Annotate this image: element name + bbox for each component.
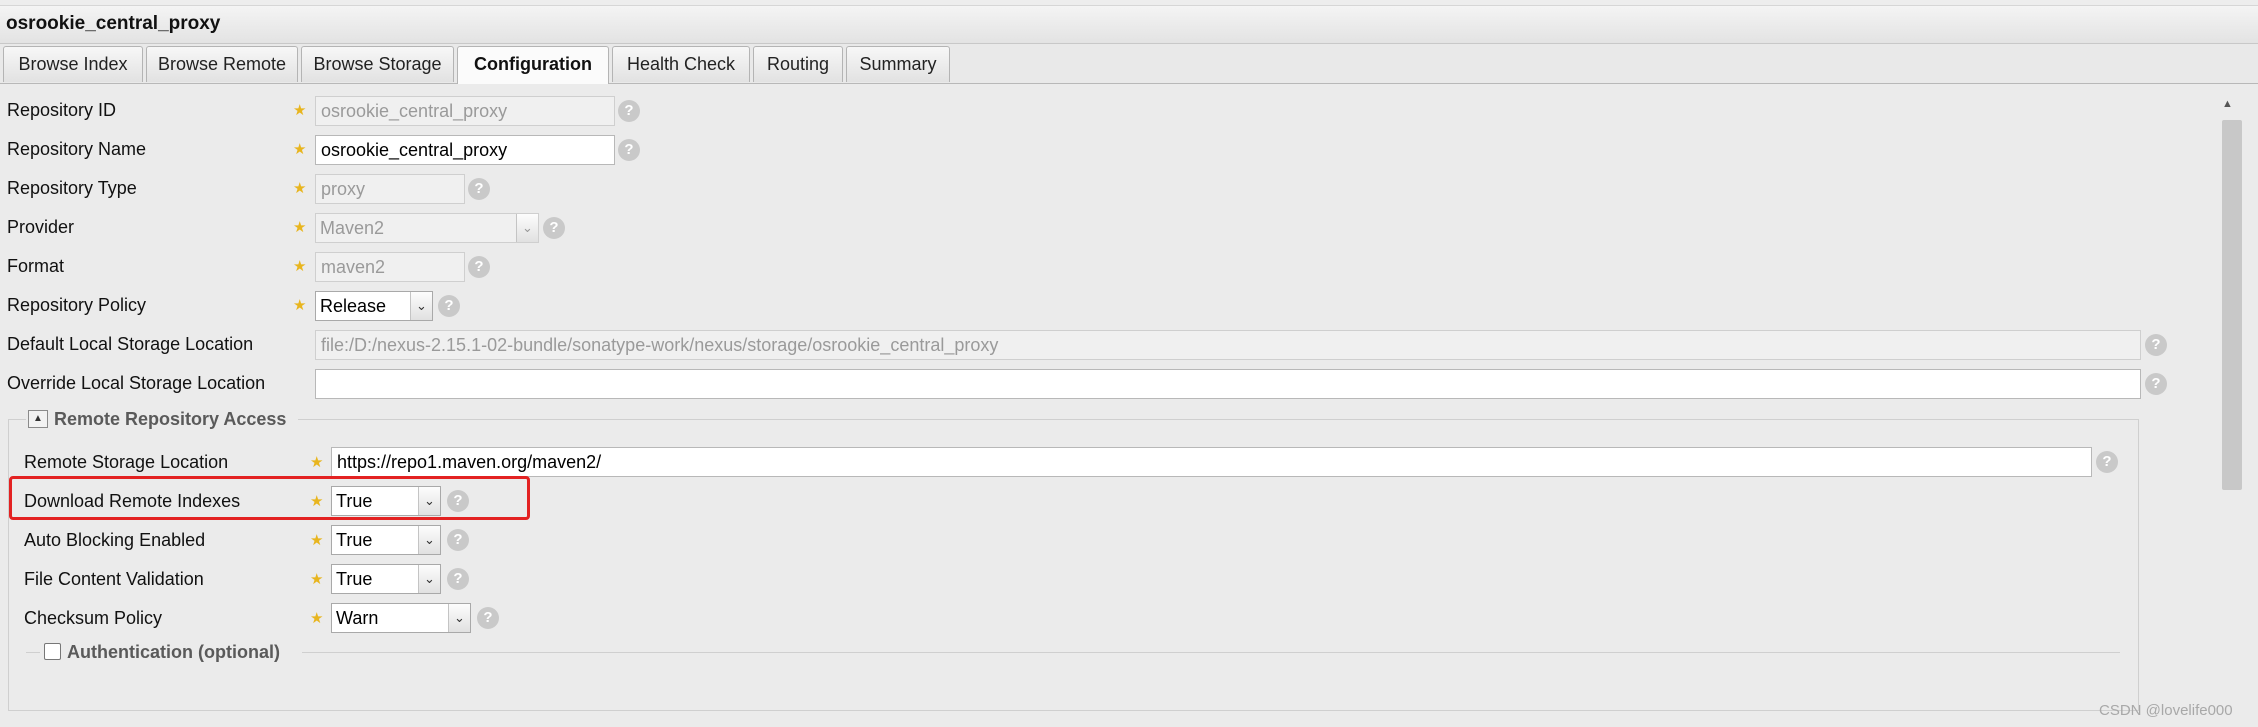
help-icon[interactable]: ?: [2145, 373, 2167, 395]
file-content-validation-select[interactable]: True ⌄: [331, 564, 441, 594]
required-star-icon: ★: [293, 258, 307, 275]
provider-select-value: Maven2: [320, 218, 385, 238]
help-icon[interactable]: ?: [618, 100, 640, 122]
download-remote-indexes-value: True: [336, 491, 373, 511]
provider-select[interactable]: Maven2 ⌄: [315, 213, 539, 243]
checksum-policy-select[interactable]: Warn ⌄: [331, 603, 471, 633]
override-local-storage-field[interactable]: [315, 369, 2141, 399]
remote-storage-location-field[interactable]: https://repo1.maven.org/maven2/: [331, 447, 2092, 477]
help-icon[interactable]: ?: [543, 217, 565, 239]
chevron-down-icon[interactable]: ⌄: [516, 214, 538, 242]
collapse-icon[interactable]: ▲: [28, 410, 48, 428]
panel-title: osrookie_central_proxy: [6, 13, 221, 34]
file-content-validation-value: True: [336, 569, 373, 589]
required-star-icon: ★: [310, 493, 324, 510]
repository-name-label: Repository Name: [7, 139, 147, 159]
repository-id-field[interactable]: osrookie_central_proxy: [315, 96, 615, 126]
checksum-policy-label: Checksum Policy: [24, 608, 163, 628]
scrollbar-thumb[interactable]: [2222, 120, 2242, 490]
repository-name-field[interactable]: osrookie_central_proxy: [315, 135, 615, 165]
repository-policy-select[interactable]: Release ⌄: [315, 291, 433, 321]
scroll-up-arrow-icon[interactable]: ▲: [2222, 98, 2233, 110]
panel-titlebar: osrookie_central_proxy: [0, 6, 2258, 44]
tab-browse-remote[interactable]: Browse Remote: [146, 46, 298, 82]
help-icon[interactable]: ?: [477, 607, 499, 629]
tab-strip: Browse Index Browse Remote Browse Storag…: [0, 44, 2258, 84]
auto-blocking-enabled-value: True: [336, 530, 373, 550]
authentication-checkbox[interactable]: [44, 643, 61, 660]
help-icon[interactable]: ?: [438, 295, 460, 317]
format-label: Format: [7, 256, 65, 276]
tab-summary[interactable]: Summary: [846, 46, 950, 82]
fieldset-border: [26, 652, 40, 653]
repository-id-label: Repository ID: [7, 100, 117, 120]
tab-browse-index[interactable]: Browse Index: [3, 46, 143, 82]
chevron-down-icon[interactable]: ⌄: [418, 487, 440, 515]
tab-configuration[interactable]: Configuration: [457, 46, 609, 84]
auto-blocking-enabled-select[interactable]: True ⌄: [331, 525, 441, 555]
required-star-icon: ★: [293, 141, 307, 158]
authentication-legend: Authentication (optional): [67, 642, 280, 662]
required-star-icon: ★: [310, 610, 324, 627]
fieldset-border: [8, 419, 26, 420]
required-star-icon: ★: [310, 571, 324, 588]
watermark: CSDN @lovelife000: [2099, 702, 2233, 719]
remote-repository-access-legend: Remote Repository Access: [54, 409, 287, 429]
repository-policy-label: Repository Policy: [7, 295, 147, 315]
default-local-storage-field[interactable]: file:/D:/nexus-2.15.1-02-bundle/sonatype…: [315, 330, 2141, 360]
help-icon[interactable]: ?: [447, 529, 469, 551]
chevron-down-icon[interactable]: ⌄: [418, 565, 440, 593]
override-local-storage-label: Override Local Storage Location: [7, 373, 266, 393]
checksum-policy-value: Warn: [336, 608, 379, 628]
auto-blocking-enabled-label: Auto Blocking Enabled: [24, 530, 206, 550]
help-icon[interactable]: ?: [2096, 451, 2118, 473]
default-local-storage-label: Default Local Storage Location: [7, 334, 254, 354]
chevron-down-icon[interactable]: ⌄: [410, 292, 432, 320]
format-field[interactable]: maven2: [315, 252, 465, 282]
help-icon[interactable]: ?: [2145, 334, 2167, 356]
required-star-icon: ★: [293, 219, 307, 236]
help-icon[interactable]: ?: [447, 490, 469, 512]
help-icon[interactable]: ?: [618, 139, 640, 161]
provider-label: Provider: [7, 217, 75, 237]
tab-routing[interactable]: Routing: [753, 46, 843, 82]
help-icon[interactable]: ?: [447, 568, 469, 590]
required-star-icon: ★: [310, 532, 324, 549]
download-remote-indexes-select[interactable]: True ⌄: [331, 486, 441, 516]
required-star-icon: ★: [293, 102, 307, 119]
repository-type-label: Repository Type: [7, 178, 137, 198]
chevron-down-icon[interactable]: ⌄: [418, 526, 440, 554]
required-star-icon: ★: [293, 180, 307, 197]
repository-type-field[interactable]: proxy: [315, 174, 465, 204]
tab-browse-storage[interactable]: Browse Storage: [301, 46, 454, 82]
tab-health-check[interactable]: Health Check: [612, 46, 750, 82]
fieldset-border: [302, 652, 2120, 653]
fieldset-border: [298, 419, 2139, 420]
required-star-icon: ★: [293, 297, 307, 314]
required-star-icon: ★: [310, 454, 324, 471]
file-content-validation-label: File Content Validation: [24, 569, 204, 589]
help-icon[interactable]: ?: [468, 178, 490, 200]
download-remote-indexes-label: Download Remote Indexes: [24, 491, 241, 511]
help-icon[interactable]: ?: [468, 256, 490, 278]
remote-storage-location-label: Remote Storage Location: [24, 452, 229, 472]
repository-policy-value: Release: [320, 296, 387, 316]
chevron-down-icon[interactable]: ⌄: [448, 604, 470, 632]
